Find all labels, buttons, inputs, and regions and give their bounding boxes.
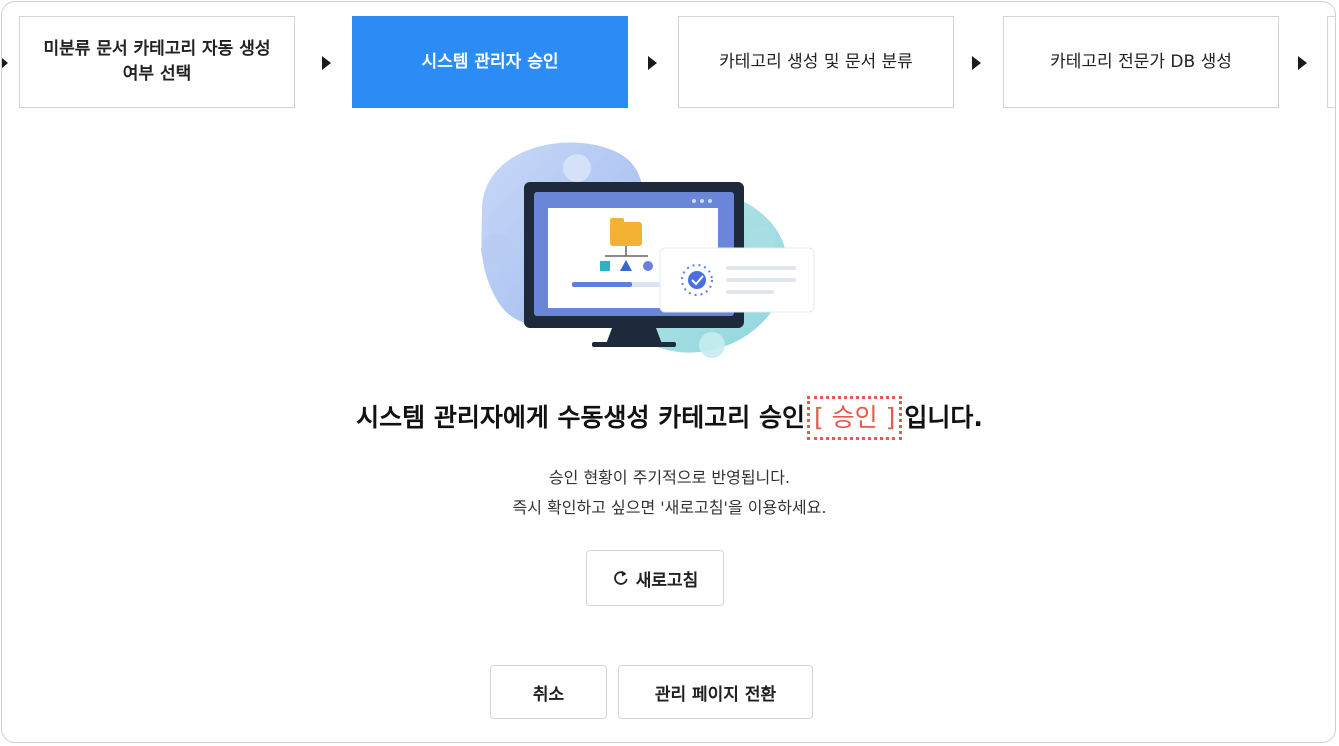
info-line-2: 즉시 확인하고 싶으면 '새로고침'을 이용하세요. [512, 498, 827, 517]
step-expert-db[interactable]: 카테고리 전문가 DB 생성 [1003, 16, 1279, 108]
step-create-classify[interactable]: 카테고리 생성 및 문서 분류 [678, 16, 954, 108]
switch-admin-button-label: 관리 페이지 전환 [654, 684, 777, 705]
cancel-button-label: 취소 [532, 684, 565, 705]
approval-illustration [481, 142, 815, 358]
step-label-line2: 여부 선택 [122, 64, 192, 84]
step-label: 카테고리 전문가 DB 생성 [1050, 51, 1232, 72]
refresh-button-label: 새로고침 [635, 570, 699, 591]
step-arrow-icon [1298, 56, 1307, 70]
info-line-1: 승인 현황이 주기적으로 반영됩니다. [548, 468, 791, 487]
switch-admin-page-button[interactable]: 관리 페이지 전환 [618, 665, 813, 719]
cancel-button[interactable]: 취소 [490, 665, 607, 719]
approval-status-badge: [ 승인 ] [806, 396, 903, 440]
step-label-line1: 미분류 문서 카테고리 자동 생성 [43, 39, 271, 59]
step-arrow-icon [2, 58, 8, 68]
headline-prefix: 시스템 관리자에게 수동생성 카테고리 승인 [356, 403, 805, 432]
step-label: 시스템 관리자 승인 [421, 51, 559, 72]
approval-headline: 시스템 관리자에게 수동생성 카테고리 승인[ 승인 ] 입니다. [2, 396, 1335, 440]
step-admin-approval[interactable]: 시스템 관리자 승인 [352, 16, 628, 108]
step-auto-create-select[interactable]: 미분류 문서 카테고리 자동 생성 여부 선택 [19, 16, 295, 108]
step-arrow-icon [972, 56, 981, 70]
step-arrow-icon [322, 56, 331, 70]
step-arrow-icon [648, 56, 657, 70]
step-label: 카테고리 생성 및 문서 분류 [719, 51, 913, 72]
approval-panel: 미분류 문서 카테고리 자동 생성 여부 선택 시스템 관리자 승인 카테고리 … [1, 1, 1336, 743]
refresh-button[interactable]: 새로고침 [586, 550, 724, 606]
step-progress: 미분류 문서 카테고리 자동 생성 여부 선택 시스템 관리자 승인 카테고리 … [2, 2, 1335, 112]
headline-suffix: 입니다. [904, 403, 983, 432]
step-next-partial[interactable] [1327, 16, 1335, 108]
refresh-icon [613, 570, 628, 585]
